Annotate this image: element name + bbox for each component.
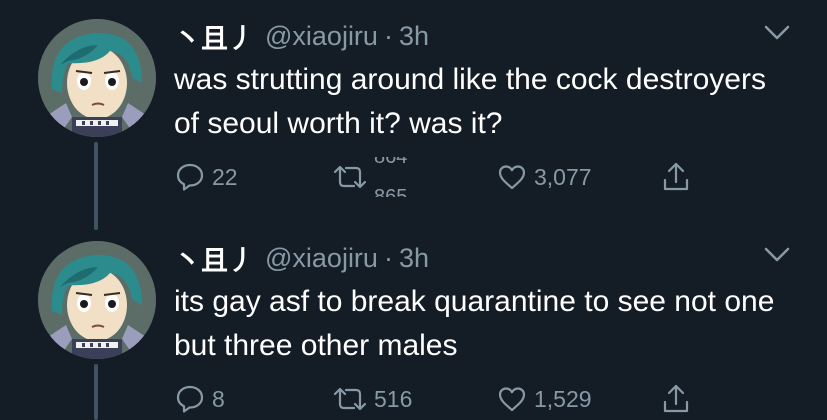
retweet-count-top: 864	[374, 157, 408, 168]
like-button[interactable]: 3,077	[496, 157, 592, 197]
display-name[interactable]: 丶且丿	[174, 17, 255, 56]
retweet-count: 516	[374, 385, 413, 412]
reply-icon	[174, 383, 206, 415]
share-button[interactable]	[660, 379, 692, 419]
timeline: 丶且丿 @xiaojiru · 3h was strutting around …	[0, 0, 827, 420]
tweet-header: 丶且丿 @xiaojiru · 3h	[174, 16, 429, 56]
timestamp[interactable]: 3h	[399, 243, 429, 274]
retweet-button[interactable]: 516	[332, 379, 412, 419]
separator-dot: ·	[383, 242, 393, 273]
thread-connector-line	[94, 364, 98, 420]
reply-count: 8	[212, 385, 225, 412]
reply-button[interactable]: 8	[174, 379, 225, 419]
like-count: 1,529	[534, 385, 592, 412]
like-icon	[496, 383, 528, 415]
retweet-icon	[332, 383, 368, 415]
retweet-icon	[332, 161, 368, 193]
reply-button[interactable]: 22	[174, 157, 238, 197]
retweet-count-animating: 864 865	[374, 157, 407, 197]
retweet-count-bottom: 865	[374, 186, 408, 197]
share-icon	[660, 160, 692, 194]
like-icon	[496, 161, 528, 193]
reply-count: 22	[212, 163, 238, 190]
like-button[interactable]: 1,529	[496, 379, 592, 419]
tweet-text: was strutting around like the cock destr…	[174, 63, 766, 140]
user-handle[interactable]: @xiaojiru	[265, 21, 378, 52]
tweet-actions: 8 516 1,529	[174, 379, 714, 419]
user-handle[interactable]: @xiaojiru	[265, 243, 378, 274]
separator-dot: ·	[383, 20, 393, 51]
tweet-text: its gay asf to break quarantine to see n…	[174, 285, 775, 362]
retweet-button[interactable]: 864 865	[332, 157, 407, 197]
thread-connector-line	[94, 142, 98, 230]
chevron-down-icon[interactable]	[764, 246, 790, 264]
chevron-down-icon[interactable]	[764, 24, 790, 42]
avatar[interactable]	[38, 19, 156, 137]
tweet-header: 丶且丿 @xiaojiru · 3h	[174, 238, 429, 278]
share-button[interactable]	[660, 157, 692, 197]
share-icon	[660, 382, 692, 416]
timestamp[interactable]: 3h	[399, 21, 429, 52]
tweet-actions: 22 864 865 3,077	[174, 157, 714, 197]
avatar[interactable]	[38, 241, 156, 359]
display-name[interactable]: 丶且丿	[174, 239, 255, 278]
like-count: 3,077	[534, 163, 592, 190]
reply-icon	[174, 161, 206, 193]
